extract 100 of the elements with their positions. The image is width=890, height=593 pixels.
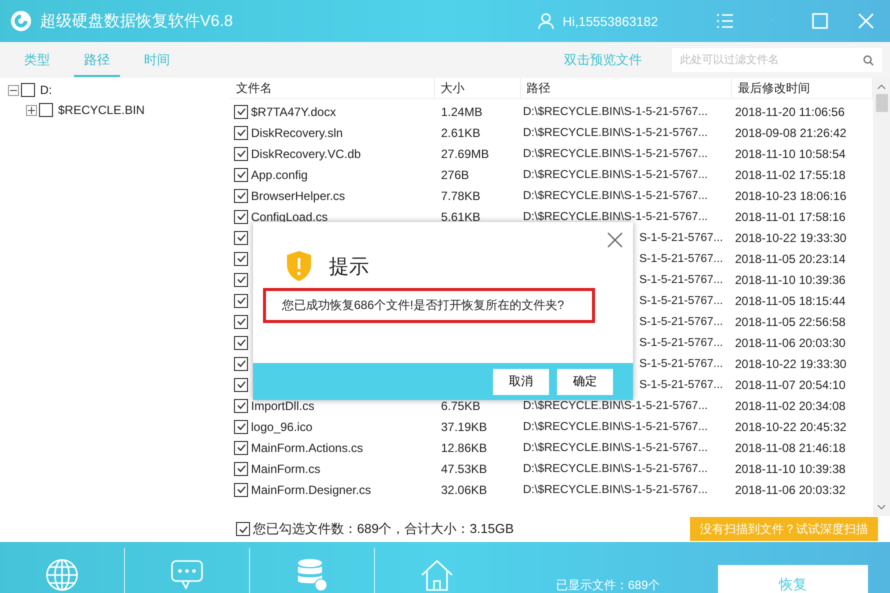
checkbox[interactable] xyxy=(21,83,35,97)
modified-time: 2018-11-05 18:15:44 xyxy=(735,294,846,308)
window-title: 超级硬盘数据恢复软件V6.8 xyxy=(40,12,233,32)
file-name: logo_96.ico xyxy=(251,420,312,434)
file-path: S-1-5-21-5767... xyxy=(639,336,723,348)
search-icon[interactable] xyxy=(863,55,874,66)
checkbox[interactable] xyxy=(234,356,248,370)
logo-icon xyxy=(10,10,32,32)
file-size: 37.19KB xyxy=(441,420,488,434)
file-path: S-1-5-21-5767... xyxy=(639,294,723,306)
checkbox[interactable] xyxy=(39,103,53,117)
modified-time: 2018-10-22 19:33:30 xyxy=(735,356,846,370)
checkbox[interactable] xyxy=(234,252,248,266)
search-field[interactable]: 此处可以过滤文件名 xyxy=(672,48,882,72)
modified-time: 2018-11-02 17:55:18 xyxy=(735,168,846,182)
checkbox[interactable] xyxy=(234,210,248,224)
file-path: D:\$RECYCLE.BIN\S-1-5-21-5767... xyxy=(523,420,708,432)
file-name: App.config xyxy=(251,168,308,182)
checkbox[interactable] xyxy=(234,230,248,244)
user-name: Hi,15553863182 xyxy=(562,14,658,28)
close-icon[interactable] xyxy=(607,232,623,248)
user-icon xyxy=(536,12,555,30)
file-name: BrowserHelper.cs xyxy=(251,188,346,202)
checkbox[interactable] xyxy=(234,126,248,140)
file-path: D:\$RECYCLE.BIN\S-1-5-21-5767... xyxy=(523,462,708,474)
scroll-down-icon[interactable] xyxy=(877,504,886,510)
checkbox[interactable] xyxy=(234,398,248,412)
checkbox[interactable] xyxy=(236,522,250,536)
modified-time: 2018-11-06 20:03:30 xyxy=(735,336,846,350)
file-path: S-1-5-21-5767... xyxy=(639,378,723,390)
column-header[interactable]: 文件名 xyxy=(230,78,435,98)
dialog-message: 您已成功恢复686个文件!是否打开恢复所在的文件夹? xyxy=(263,288,595,323)
file-path: S-1-5-21-5767... xyxy=(639,232,723,244)
file-size: 5.61KB xyxy=(441,210,480,224)
scroll-thumb[interactable] xyxy=(876,94,888,112)
collapse-toggle[interactable] xyxy=(8,84,19,96)
modified-time: 2018-11-10 10:39:38 xyxy=(735,462,846,476)
file-name: MainForm.cs xyxy=(251,462,320,476)
modified-time: 2018-11-05 22:56:58 xyxy=(735,314,846,328)
modified-time: 2018-11-06 20:03:32 xyxy=(735,482,846,496)
file-path: D:\$RECYCLE.BIN\S-1-5-21-5767... xyxy=(523,126,708,138)
warning-shield-icon xyxy=(285,250,313,282)
file-size: 7.78KB xyxy=(441,188,480,202)
file-path: S-1-5-21-5767... xyxy=(639,358,723,370)
modified-time: 2018-11-10 10:58:54 xyxy=(735,146,846,160)
file-size: 27.69MB xyxy=(441,146,490,160)
modified-time: 2018-11-10 10:39:36 xyxy=(735,272,846,286)
dialog-button[interactable]: 确定 xyxy=(557,368,613,394)
checkbox[interactable] xyxy=(234,294,248,308)
column-header[interactable]: 大小 xyxy=(434,78,521,98)
scroll-up-icon[interactable] xyxy=(877,84,886,90)
modified-time: 2018-10-22 20:45:32 xyxy=(735,420,846,434)
checkbox[interactable] xyxy=(234,272,248,286)
expand-toggle[interactable] xyxy=(26,104,37,116)
file-path: D:\$RECYCLE.BIN\S-1-5-21-5767... xyxy=(523,400,708,412)
checkbox[interactable] xyxy=(234,482,248,496)
modified-time: 2018-09-08 21:26:42 xyxy=(735,126,846,140)
file-name: ConfigLoad.cs xyxy=(251,210,328,224)
checkbox[interactable] xyxy=(234,188,248,202)
file-path: D:\$RECYCLE.BIN\S-1-5-21-5767... xyxy=(523,190,708,202)
file-path: S-1-5-21-5767... xyxy=(639,316,723,328)
file-path: D:\$RECYCLE.BIN\S-1-5-21-5767... xyxy=(523,210,708,222)
dialog-title: 提示 xyxy=(329,254,369,280)
modified-time: 2018-11-01 17:58:16 xyxy=(735,210,846,224)
modified-time: 2018-11-20 11:06:56 xyxy=(735,104,845,118)
checkbox[interactable] xyxy=(234,336,248,350)
file-name: MainForm.Designer.cs xyxy=(251,482,372,496)
modified-time: 2018-10-22 19:33:30 xyxy=(735,230,846,244)
checkbox[interactable] xyxy=(234,146,248,160)
file-name: $R7TA47Y.docx xyxy=(251,104,336,118)
file-path: D:\$RECYCLE.BIN\S-1-5-21-5767... xyxy=(523,148,708,160)
file-path: D:\$RECYCLE.BIN\S-1-5-21-5767... xyxy=(523,168,708,180)
checkbox[interactable] xyxy=(234,440,248,454)
checkbox[interactable] xyxy=(234,378,248,392)
checkbox[interactable] xyxy=(234,104,248,118)
modified-time: 2018-11-02 20:34:08 xyxy=(735,398,846,412)
file-name: MainForm.Actions.cs xyxy=(251,440,364,454)
column-header[interactable]: 路径 xyxy=(520,78,732,98)
file-name: ImportDll.cs xyxy=(251,398,314,412)
modified-time: 2018-11-05 20:23:14 xyxy=(735,252,846,266)
tree-item[interactable]: D: xyxy=(40,83,52,97)
file-name: DiskRecovery.sln xyxy=(251,126,343,140)
file-size: 6.75KB xyxy=(441,398,480,412)
file-size: 32.06KB xyxy=(441,482,488,496)
modified-time: 2018-11-07 20:54:10 xyxy=(735,378,846,392)
checkbox[interactable] xyxy=(234,462,248,476)
file-path: S-1-5-21-5767... xyxy=(639,252,723,264)
scrollbar[interactable] xyxy=(873,78,890,516)
checkbox[interactable] xyxy=(234,314,248,328)
file-size: 2.61KB xyxy=(441,126,480,140)
checkbox[interactable] xyxy=(234,420,248,434)
file-path: D:\$RECYCLE.BIN\S-1-5-21-5767... xyxy=(523,442,708,454)
checkbox[interactable] xyxy=(234,168,248,182)
file-size: 47.53KB xyxy=(441,462,488,476)
file-name: DiskRecovery.VC.db xyxy=(251,146,361,160)
dialog-button[interactable]: 取消 xyxy=(493,368,549,394)
selection-summary: 您已勾选文件数：689个，合计大小：3.15GB xyxy=(253,520,514,538)
file-path: S-1-5-21-5767... xyxy=(639,274,723,286)
status-text: 已显示文件：689个 xyxy=(556,577,660,593)
tree-item[interactable]: $RECYCLE.BIN xyxy=(58,103,145,117)
